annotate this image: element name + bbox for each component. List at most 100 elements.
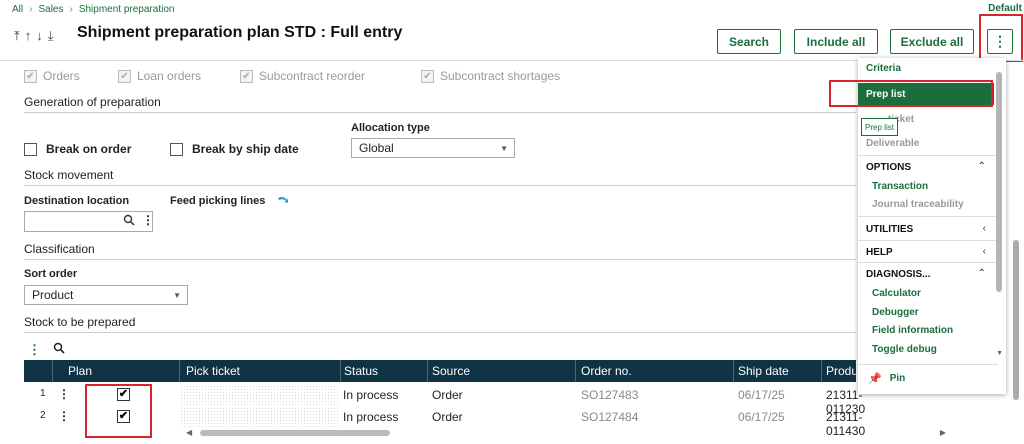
chevron-left-icon[interactable]: ‹ bbox=[983, 246, 986, 257]
section-divider bbox=[24, 185, 856, 186]
plan-checkbox[interactable]: ✔ bbox=[117, 410, 130, 423]
field-menu-icon[interactable]: ⋮ bbox=[142, 213, 154, 227]
menu-section-diagnosis[interactable]: DIAGNOSIS... bbox=[866, 269, 930, 280]
column-separator bbox=[575, 360, 576, 382]
table-header: Plan Pick ticket Status Source Order no.… bbox=[24, 360, 858, 382]
prep-list-tooltip: Prep list bbox=[861, 118, 898, 136]
table-tools: ⋮ bbox=[28, 342, 65, 358]
pick-ticket-cell[interactable] bbox=[180, 385, 340, 405]
column-header-ship-date[interactable]: Ship date bbox=[738, 364, 789, 378]
column-separator bbox=[821, 360, 822, 382]
search-button[interactable]: Search bbox=[717, 29, 781, 54]
break-on-order-checkbox[interactable]: Break on order bbox=[24, 142, 131, 156]
break-by-ship-date-label: Break by ship date bbox=[192, 142, 299, 156]
column-header-pick-ticket[interactable]: Pick ticket bbox=[186, 364, 240, 378]
first-record-icon[interactable]: ⤒ bbox=[14, 28, 20, 44]
breadcrumb-all[interactable]: All bbox=[12, 4, 23, 15]
column-separator bbox=[733, 360, 734, 382]
column-header-status[interactable]: Status bbox=[344, 364, 378, 378]
row-menu-icon[interactable]: ⋮ bbox=[58, 409, 70, 423]
generation-section-title: Generation of preparation bbox=[24, 95, 161, 109]
column-header-source[interactable]: Source bbox=[432, 364, 470, 378]
page-vertical-scrollbar[interactable] bbox=[1013, 240, 1019, 400]
chevron-up-icon[interactable]: ⌃ bbox=[978, 161, 986, 172]
previous-record-icon[interactable]: ↑ bbox=[25, 28, 32, 44]
menu-item-journal-traceability[interactable]: Journal traceability bbox=[872, 199, 964, 210]
breadcrumb-sales[interactable]: Sales bbox=[38, 4, 63, 15]
column-separator bbox=[340, 360, 341, 382]
chevron-up-icon[interactable]: ⌃ bbox=[978, 268, 986, 279]
pin-icon: 📌 bbox=[868, 373, 882, 385]
ship-date-cell: 06/17/25 bbox=[738, 410, 785, 424]
column-header-product[interactable]: Produ bbox=[826, 364, 858, 378]
exclude-all-button[interactable]: Exclude all bbox=[890, 29, 974, 54]
menu-item-field-information[interactable]: Field information bbox=[872, 325, 953, 336]
chevron-left-icon[interactable]: ‹ bbox=[983, 223, 986, 234]
section-divider bbox=[24, 112, 856, 113]
section-divider bbox=[24, 332, 856, 333]
check-icon: ✔ bbox=[421, 69, 434, 83]
menu-divider bbox=[858, 240, 998, 241]
menu-divider bbox=[858, 262, 998, 263]
order-no-cell: SO127483 bbox=[581, 388, 639, 402]
break-by-ship-date-checkbox[interactable]: Break by ship date bbox=[170, 142, 299, 156]
horizontal-scrollbar[interactable]: ◀ ▶ bbox=[186, 428, 946, 438]
plan-checkbox[interactable]: ✔ bbox=[117, 388, 130, 401]
column-separator bbox=[52, 360, 53, 382]
subcontract-reorder-checkbox[interactable]: ✔ Subcontract reorder bbox=[240, 69, 365, 83]
menu-item-prep-list[interactable]: Prep list bbox=[858, 83, 994, 105]
menu-divider bbox=[858, 155, 998, 156]
check-icon: ✔ bbox=[240, 69, 253, 83]
column-separator bbox=[427, 360, 428, 382]
menu-section-help[interactable]: HELP bbox=[866, 247, 893, 258]
menu-item-debugger[interactable]: Debugger bbox=[872, 307, 919, 318]
orders-checkbox[interactable]: ✔ Orders bbox=[24, 69, 80, 83]
menu-section-options[interactable]: OPTIONS bbox=[866, 162, 911, 173]
loan-orders-checkbox[interactable]: ✔ Loan orders bbox=[118, 69, 201, 83]
scroll-thumb[interactable] bbox=[200, 430, 390, 436]
menu-item-criteria[interactable]: Criteria bbox=[866, 63, 901, 74]
allocation-type-value: Global bbox=[359, 141, 394, 155]
allocation-type-select[interactable]: Global ▼ bbox=[351, 138, 515, 158]
more-actions-button[interactable]: ⋮ bbox=[987, 29, 1013, 54]
order-no-cell: SO127484 bbox=[581, 410, 639, 424]
classification-section-title: Classification bbox=[24, 242, 95, 256]
row-number: 1 bbox=[40, 388, 46, 399]
scroll-right-icon[interactable]: ▶ bbox=[940, 428, 946, 437]
feed-picking-toggle-icon[interactable] bbox=[276, 194, 290, 208]
menu-item-pin[interactable]: 📌 Pin bbox=[868, 372, 905, 385]
chevron-down-icon: ▼ bbox=[500, 143, 508, 153]
row-menu-icon[interactable]: ⋮ bbox=[58, 387, 70, 401]
column-header-order-no[interactable]: Order no. bbox=[581, 364, 632, 378]
default-label[interactable]: Default bbox=[988, 3, 1022, 14]
menu-item-deliverable[interactable]: Deliverable bbox=[866, 138, 919, 149]
menu-item-calculator[interactable]: Calculator bbox=[872, 288, 921, 299]
scroll-down-icon[interactable]: ▼ bbox=[996, 350, 1003, 357]
search-icon[interactable] bbox=[53, 342, 65, 358]
ship-date-cell: 06/17/25 bbox=[738, 388, 785, 402]
last-record-icon[interactable]: ⤓ bbox=[48, 28, 54, 44]
check-icon: ✔ bbox=[24, 69, 37, 83]
sort-order-select[interactable]: Product ▼ bbox=[24, 285, 188, 305]
table-row[interactable]: 1 ⋮ ✔ In process Order SO127483 06/17/25… bbox=[24, 384, 865, 416]
search-icon[interactable] bbox=[123, 214, 135, 229]
record-navigation: ⤒ ↑ ↓ ⤓ bbox=[14, 28, 54, 44]
loan-orders-label: Loan orders bbox=[137, 69, 202, 83]
menu-item-transaction[interactable]: Transaction bbox=[872, 181, 928, 192]
menu-item-toggle-debug[interactable]: Toggle debug bbox=[872, 344, 937, 355]
menu-section-utilities[interactable]: UTILITIES bbox=[866, 224, 913, 235]
next-record-icon[interactable]: ↓ bbox=[36, 28, 43, 44]
include-all-button[interactable]: Include all bbox=[794, 29, 878, 54]
stock-to-be-prepared-title: Stock to be prepared bbox=[24, 315, 136, 329]
table-menu-icon[interactable]: ⋮ bbox=[28, 342, 41, 358]
destination-location-input[interactable]: ⋮ bbox=[24, 211, 154, 232]
breadcrumb-shipment-preparation[interactable]: Shipment preparation bbox=[79, 4, 175, 15]
break-on-order-label: Break on order bbox=[46, 142, 132, 156]
table-row[interactable]: 2 ⋮ ✔ In process Order SO127484 06/17/25… bbox=[24, 406, 865, 438]
menu-scroll-thumb[interactable] bbox=[996, 72, 1002, 292]
column-header-plan[interactable]: Plan bbox=[68, 364, 92, 378]
scroll-left-icon[interactable]: ◀ bbox=[186, 428, 192, 437]
chevron-right-icon: › bbox=[69, 3, 73, 15]
pick-ticket-cell[interactable] bbox=[180, 407, 340, 427]
subcontract-shortages-checkbox[interactable]: ✔ Subcontract shortages bbox=[421, 69, 560, 83]
